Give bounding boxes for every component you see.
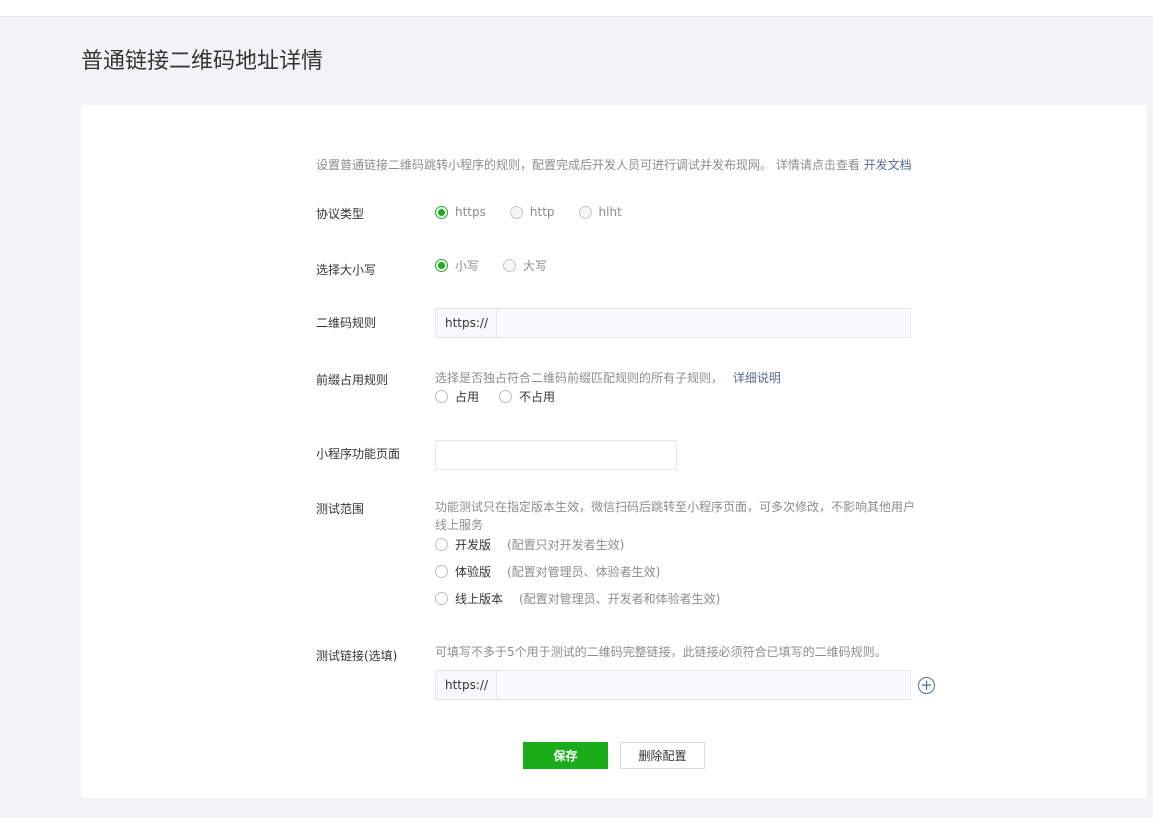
top-bar [0, 0, 1153, 17]
scope-option-name: 开发版 [455, 538, 492, 552]
page-path-input[interactable] [435, 440, 677, 470]
page-path-label: 小程序功能页面 [316, 447, 401, 461]
scope-option-trial[interactable]: 体验版 (配置对管理员、体验者生效) [435, 563, 660, 580]
prefix-rule-label: 前缀占用规则 [316, 373, 389, 387]
scope-option-online[interactable]: 线上版本 (配置对管理员、开发者和体验者生效) [435, 590, 720, 607]
prefix-rule-radio-group: 占用 不占用 [435, 388, 579, 405]
radio-unchecked-icon [503, 259, 517, 272]
protocol-radio-group: https http hlht [435, 205, 646, 219]
scope-hint-line2: 线上服务 [435, 518, 484, 532]
scope-option-desc: (配置对管理员、开发者和体验者生效) [519, 592, 721, 606]
case-option-lower[interactable]: 小写 [435, 257, 479, 274]
test-link-input-group: https:// [435, 670, 911, 700]
prefix-rule-hint-text: 选择是否独占符合二维码前缀匹配规则的所有子规则， [435, 371, 724, 385]
test-link-label: 测试链接(选填) [316, 649, 398, 663]
plus-circle-icon[interactable]: + [918, 677, 935, 694]
protocol-option-https[interactable]: https [435, 205, 486, 219]
save-button[interactable]: 保存 [523, 742, 608, 769]
scope-option-name: 体验版 [455, 565, 492, 579]
prefix-option-label: 占用 [455, 390, 480, 404]
scope-hint-line1: 功能测试只在指定版本生效，微信扫码后跳转至小程序页面，可多次修改，不影响其他用户 [435, 500, 916, 514]
protocol-option-label: http [529, 205, 555, 219]
protocol-option-hlht[interactable]: hlht [578, 205, 622, 219]
protocol-option-label: hlht [598, 205, 622, 219]
case-option-upper[interactable]: 大写 [503, 257, 547, 274]
radio-unchecked-icon [509, 205, 523, 219]
case-radio-group: 小写 大写 [435, 257, 571, 274]
scope-option-desc: (配置只对开发者生效) [507, 538, 625, 552]
prefix-rule-hint: 选择是否独占符合二维码前缀匹配规则的所有子规则， 详细说明 [435, 369, 781, 387]
qr-rule-prefix: https:// [436, 309, 497, 337]
qr-rule-input[interactable] [497, 309, 910, 337]
scope-option-name: 线上版本 [455, 592, 504, 606]
prefix-option-occupy[interactable]: 占用 [435, 388, 479, 405]
scope-label: 测试范围 [316, 502, 365, 516]
scope-option-desc: (配置对管理员、体验者生效) [507, 565, 661, 579]
radio-unchecked-icon [499, 390, 513, 403]
case-option-label: 小写 [455, 259, 480, 273]
radio-unchecked-icon [435, 592, 448, 605]
test-link-hint: 可填写不多于5个用于测试的二维码完整链接，此链接必须符合已填写的二维码规则。 [435, 645, 887, 659]
detail-link[interactable]: 详细说明 [733, 371, 781, 385]
radio-unchecked-icon [435, 390, 448, 403]
delete-config-button[interactable]: 删除配置 [620, 742, 705, 769]
qr-rule-label: 二维码规则 [316, 316, 377, 330]
page-title: 普通链接二维码地址详情 [81, 49, 324, 74]
protocol-label: 协议类型 [316, 207, 365, 221]
radio-checked-icon [435, 259, 448, 272]
intro-text: 设置普通链接二维码跳转小程序的规则，配置完成后开发人员可进行调试并发布现网。 详… [316, 156, 912, 174]
case-label: 选择大小写 [316, 263, 377, 277]
prefix-option-label: 不占用 [519, 390, 556, 404]
radio-unchecked-icon [578, 205, 592, 219]
radio-checked-icon [435, 205, 448, 219]
dev-doc-link[interactable]: 开发文档 [864, 158, 912, 172]
prefix-option-not-occupy[interactable]: 不占用 [499, 388, 555, 405]
radio-unchecked-icon [435, 538, 448, 551]
scope-option-dev[interactable]: 开发版 (配置只对开发者生效) [435, 536, 624, 553]
test-link-prefix: https:// [436, 671, 497, 699]
radio-unchecked-icon [435, 565, 448, 578]
qr-rule-input-group: https:// [435, 308, 911, 338]
case-option-label: 大写 [523, 259, 548, 273]
test-link-input[interactable] [497, 671, 910, 699]
protocol-option-label: https [455, 205, 486, 219]
intro-description: 设置普通链接二维码跳转小程序的规则，配置完成后开发人员可进行调试并发布现网。 详… [316, 158, 860, 172]
protocol-option-http[interactable]: http [509, 205, 555, 219]
